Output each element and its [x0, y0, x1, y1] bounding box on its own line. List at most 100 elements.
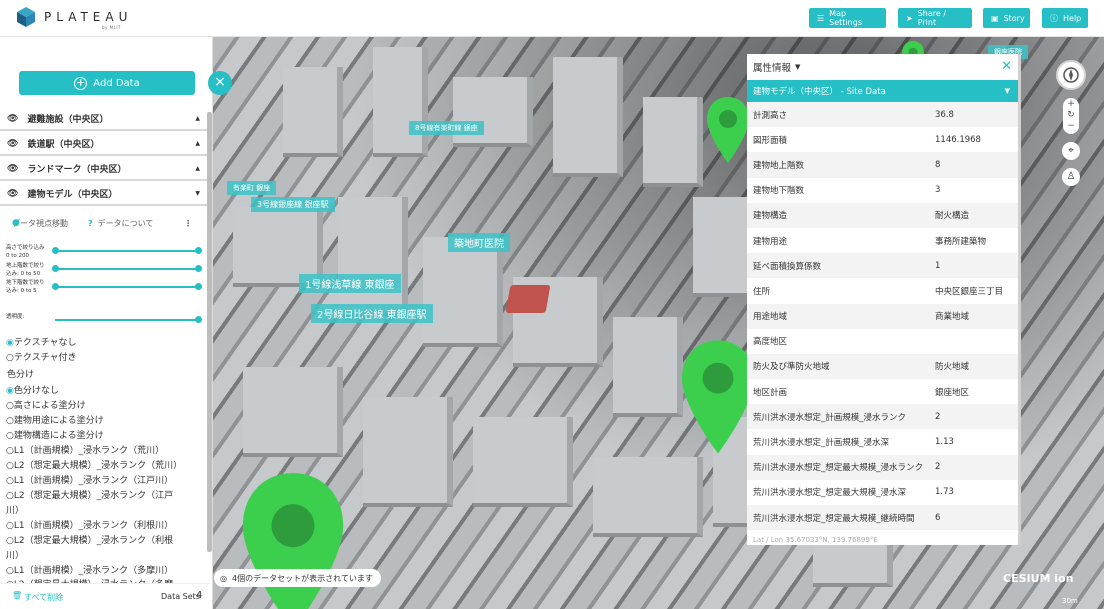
color-option-radio[interactable]: ○建物構造による塗分け — [6, 428, 104, 441]
opacity-label: 透明度: — [6, 314, 25, 320]
radio-icon: ○ — [6, 446, 14, 456]
height-slider[interactable] — [55, 250, 200, 252]
attribute-table: 計測高さ 36.8 図形面積 1146.1968 建物地上階数 8 建物地下階数 3 建… — [747, 102, 1018, 531]
compass-control[interactable] — [1056, 60, 1086, 90]
building — [553, 57, 623, 177]
map-label[interactable]: 築地町医院 — [448, 233, 510, 252]
delete-all-button[interactable]: すべて削除 — [24, 592, 63, 603]
color-option-radio[interactable]: ○L1（計画規模）_浸水ランク（利根川） — [6, 518, 173, 531]
building — [373, 47, 428, 157]
map-label[interactable]: 有楽町 銀座 — [227, 181, 277, 195]
eye-icon[interactable]: 👁 — [7, 164, 18, 174]
attribute-row: 住所 中央区銀座三丁目 — [753, 286, 1004, 297]
plateau-logo[interactable]: PLATEAU by MLIT — [16, 6, 133, 30]
map-status-pill: ◎ 4個のデータセットが表示されています — [214, 569, 381, 587]
layer-evacuation[interactable]: 👁 避難施設（中央区） ▲ — [0, 108, 208, 131]
color-option-radio[interactable]: ○L1（計画規模）_浸水ランク（多摩川） — [6, 563, 173, 576]
attribute-row: 延べ面積換算係数 1 — [747, 253, 1018, 279]
sidebar-scrollbar[interactable] — [207, 112, 212, 552]
attribute-header: 属性情報 ▼ ✕ — [753, 59, 1012, 74]
radio-icon: ○ — [6, 536, 14, 546]
building — [283, 67, 343, 157]
caret-up-icon[interactable]: ▲ — [195, 140, 200, 147]
map-label[interactable]: 3号線銀座線 銀座駅 — [251, 197, 335, 212]
cesium-ion-logo[interactable]: CESIUM ion — [1003, 572, 1073, 585]
close-icon[interactable]: ✕ — [1001, 59, 1012, 74]
about-data-link[interactable]: データについて — [98, 218, 154, 229]
building — [423, 237, 503, 347]
share-print-button[interactable]: ➤ Share / Print — [898, 8, 972, 28]
trash-icon[interactable]: 🗑 — [12, 591, 22, 600]
layer-landmarks[interactable]: 👁 ランドマーク（中央区） ▲ — [0, 158, 208, 181]
selected-building[interactable] — [505, 285, 551, 313]
map-label[interactable]: 2号線日比谷線 東銀座駅 — [311, 304, 433, 323]
zoom-in-icon[interactable]: + — [1063, 99, 1079, 110]
close-panel-button[interactable]: × — [208, 71, 232, 95]
radio-icon: ○ — [6, 476, 14, 486]
map-label[interactable]: 1号線浅草線 東銀座 — [299, 274, 401, 293]
color-option-radio[interactable]: ○L2（想定最大規模）_浸水ランク（利根 — [6, 533, 173, 546]
color-option-radio[interactable]: ◉色分けなし — [6, 383, 59, 396]
attribute-row: 建物用途 事務所建築物 — [753, 236, 987, 247]
zoom-control[interactable]: + ↻ − — [1063, 98, 1079, 134]
story-icon: ▣ — [991, 13, 999, 23]
color-option-radio[interactable]: ○L1（計画規模）_浸水ランク（江戸川） — [6, 473, 173, 486]
radio-icon: ○ — [6, 401, 14, 411]
attribute-row: 地区計画 銀座地区 — [753, 387, 970, 398]
lat-lon-readout: Lat / Lon 35.67033°N, 139.76899°E — [753, 536, 878, 544]
map-label[interactable]: 8号線有楽町線 銀座 — [409, 121, 484, 135]
move-to-data-link[interactable]: データ視点移動 — [12, 218, 68, 229]
caret-up-icon[interactable]: ▲ — [195, 165, 200, 172]
add-data-button[interactable]: + Add Data — [19, 71, 195, 95]
attribute-row: 建物構造 耐火構造 — [747, 202, 1018, 228]
eye-icon[interactable]: 👁 — [7, 189, 18, 199]
map-pin-icon[interactable] — [238, 467, 348, 609]
slider-handle[interactable] — [195, 247, 202, 254]
datasets-icon: ◎ — [220, 573, 227, 583]
caret-down-icon[interactable]: ▼ — [195, 190, 200, 197]
slider-handle[interactable] — [52, 283, 59, 290]
slider-handle[interactable] — [52, 265, 59, 272]
more-options-icon[interactable]: ⋮ — [184, 219, 192, 228]
building — [243, 367, 343, 457]
color-option-radio[interactable]: ○L2（想定最大規模）_浸水ランク（江戸 — [6, 488, 173, 501]
attribute-row: 高度地区 — [753, 337, 788, 348]
story-button[interactable]: ▣ Story — [983, 8, 1030, 28]
reset-icon[interactable]: ↻ — [1063, 110, 1079, 121]
caret-up-icon[interactable]: ▲ — [195, 115, 200, 122]
color-option-cont: 川） — [6, 506, 25, 516]
color-section-label: 色分け — [7, 370, 35, 380]
color-option-radio[interactable]: ○L1（計画規模）_浸水ランク（荒川） — [6, 443, 164, 456]
basement-slider[interactable] — [55, 286, 200, 288]
radio-icon: ○ — [6, 431, 14, 441]
color-option-radio[interactable]: ○L2（想定最大規模）_浸水ランク（荒川） — [6, 458, 182, 471]
radio-selected-icon: ◉ — [6, 386, 14, 396]
texture-none-radio[interactable]: ◉テクスチャなし — [6, 335, 77, 348]
building — [693, 197, 753, 297]
data-sets-label: Data Sets — [161, 592, 200, 601]
dropdown-icon[interactable]: ▼ — [795, 63, 800, 71]
slider-handle[interactable] — [52, 247, 59, 254]
help-button[interactable]: ⓘ Help — [1042, 8, 1088, 28]
logo-text: PLATEAU — [44, 10, 133, 24]
map-pin-icon[interactable] — [678, 337, 758, 457]
opacity-slider[interactable] — [55, 319, 200, 321]
slider-handle[interactable] — [195, 283, 202, 290]
texture-on-radio[interactable]: ○テクスチャ付き — [6, 350, 77, 363]
map-settings-button[interactable]: ☰ Map Settings — [809, 8, 886, 28]
slider-handle[interactable] — [195, 265, 202, 272]
eye-icon[interactable]: 👁 — [7, 114, 18, 124]
color-option-radio[interactable]: ○建物用途による塗分け — [6, 413, 104, 426]
locate-me-icon[interactable]: ⌖ — [1062, 142, 1080, 160]
zoom-out-icon[interactable]: − — [1063, 121, 1079, 132]
slider-handle[interactable] — [195, 316, 202, 323]
attribute-source-dropdown[interactable]: 建物モデル（中央区） - Site Data ▼ — [747, 80, 1018, 102]
pedestrian-icon[interactable]: ♙ — [1062, 168, 1080, 186]
layer-stations[interactable]: 👁 鉄道駅（中央区） ▲ — [0, 133, 208, 156]
eye-icon[interactable]: 👁 — [7, 139, 18, 149]
map-pin-icon[interactable] — [705, 95, 751, 165]
layer-buildings[interactable]: 👁 建物モデル（中央区） ▼ — [0, 183, 208, 206]
attribute-row: 用途地域 商業地域 — [747, 303, 1018, 329]
floors-slider[interactable] — [55, 268, 200, 270]
color-option-radio[interactable]: ○高さによる塗分け — [6, 398, 86, 411]
